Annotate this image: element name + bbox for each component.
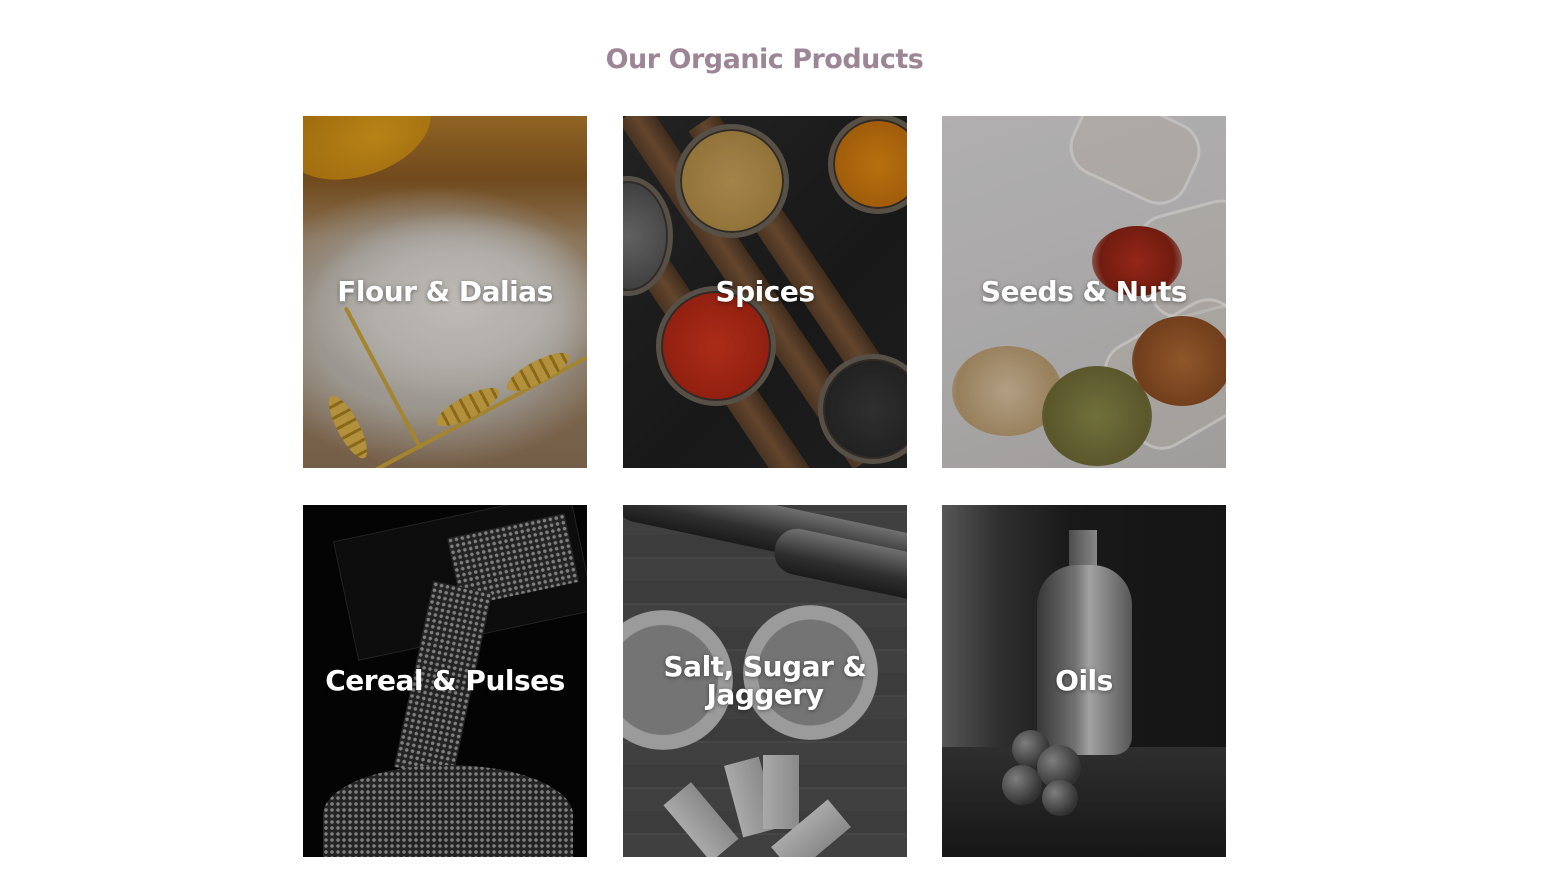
product-label: Cereal & Pulses xyxy=(325,664,565,697)
products-section: Our Organic Products Flour & Dalias Spic… xyxy=(0,0,1567,871)
product-label: Oils xyxy=(1055,664,1113,697)
product-tile-cereal-pulses[interactable]: Cereal & Pulses xyxy=(303,505,587,857)
product-label: Spices xyxy=(715,275,815,308)
product-tile-oils[interactable]: Oils xyxy=(942,505,1226,857)
product-label: Seeds & Nuts xyxy=(980,275,1188,308)
product-label: Flour & Dalias xyxy=(337,275,553,308)
product-tile-flour-dalias[interactable]: Flour & Dalias xyxy=(303,116,587,468)
product-tile-salt-sugar-jaggery[interactable]: Salt, Sugar & Jaggery xyxy=(623,505,907,857)
product-tile-spices[interactable]: Spices xyxy=(623,116,907,468)
section-title: Our Organic Products xyxy=(605,44,924,76)
product-tile-seeds-nuts[interactable]: Seeds & Nuts xyxy=(942,116,1226,468)
product-label: Salt, Sugar & Jaggery xyxy=(663,650,867,711)
